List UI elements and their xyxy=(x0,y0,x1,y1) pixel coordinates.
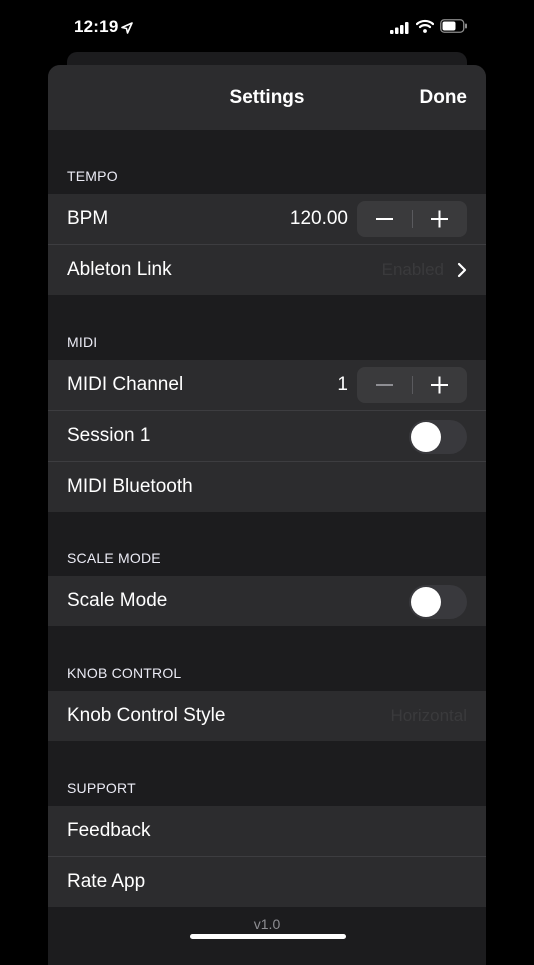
knob-control-style-row[interactable]: Knob Control Style Horizontal xyxy=(48,691,486,741)
session-1-label: Session 1 xyxy=(67,425,151,446)
minus-icon xyxy=(376,218,393,220)
section-header-scale-mode: SCALE MODE xyxy=(48,512,486,576)
tempo-group: BPM 120.00 Ableton Link Enabled xyxy=(48,194,486,295)
bpm-increment-button[interactable] xyxy=(412,201,467,237)
support-group: Feedback Rate App xyxy=(48,806,486,907)
minus-icon xyxy=(376,384,393,386)
toggle-knob xyxy=(411,422,441,452)
section-header-label: KNOB CONTROL xyxy=(67,665,182,681)
scale-mode-label: Scale Mode xyxy=(67,590,168,611)
scale-mode-row: Scale Mode xyxy=(48,576,486,626)
section-header-support: SUPPORT xyxy=(48,741,486,806)
status-bar: 12:19 xyxy=(0,0,534,56)
scale-mode-toggle[interactable] xyxy=(409,585,467,619)
ableton-link-row[interactable]: Ableton Link Enabled xyxy=(48,244,486,295)
midi-bluetooth-label: MIDI Bluetooth xyxy=(67,476,193,497)
bpm-row: BPM 120.00 xyxy=(48,194,486,244)
feedback-label: Feedback xyxy=(67,820,151,841)
section-header-tempo: TEMPO xyxy=(48,130,486,194)
midi-channel-increment-button[interactable] xyxy=(412,367,467,403)
knob-control-style-label: Knob Control Style xyxy=(67,705,226,726)
ableton-link-label: Ableton Link xyxy=(67,259,172,280)
version-label: v1.0 xyxy=(253,916,281,932)
section-header-midi: MIDI xyxy=(48,295,486,360)
rate-app-row[interactable]: Rate App xyxy=(48,856,486,907)
midi-channel-stepper[interactable] xyxy=(357,367,467,403)
battery-icon xyxy=(440,19,467,33)
navigation-bar: Settings Done xyxy=(48,65,486,130)
midi-group: MIDI Channel 1 Session 1 MIDI Bluetooth xyxy=(48,360,486,512)
settings-sheet: Settings Done TEMPO BPM 120.00 Ableton L… xyxy=(48,65,486,965)
midi-channel-value: 1 xyxy=(337,374,348,395)
feedback-row[interactable]: Feedback xyxy=(48,806,486,856)
midi-bluetooth-row[interactable]: MIDI Bluetooth xyxy=(48,461,486,512)
section-header-label: SUPPORT xyxy=(67,780,136,796)
status-time: 12:19 xyxy=(74,17,119,36)
session-1-toggle[interactable] xyxy=(409,420,467,454)
home-indicator[interactable] xyxy=(190,934,346,939)
section-header-label: TEMPO xyxy=(67,168,118,184)
bpm-label: BPM xyxy=(67,208,109,229)
cellular-signal-icon xyxy=(390,22,409,34)
done-button[interactable]: Done xyxy=(420,87,468,109)
midi-channel-decrement-button[interactable] xyxy=(357,367,412,403)
bpm-value: 120.00 xyxy=(289,208,348,229)
chevron-right-icon xyxy=(457,262,467,278)
midi-channel-row: MIDI Channel 1 xyxy=(48,360,486,410)
bpm-stepper[interactable] xyxy=(357,201,467,237)
ableton-link-value: Enabled xyxy=(381,260,444,279)
scale-mode-group: Scale Mode xyxy=(48,576,486,626)
section-header-label: MIDI xyxy=(67,334,98,350)
plus-icon xyxy=(431,210,448,228)
plus-icon xyxy=(431,376,448,394)
bpm-decrement-button[interactable] xyxy=(357,201,412,237)
toggle-knob xyxy=(411,587,441,617)
rate-app-label: Rate App xyxy=(67,871,146,892)
wifi-icon xyxy=(416,19,434,33)
section-header-knob-control: KNOB CONTROL xyxy=(48,626,486,691)
midi-channel-label: MIDI Channel xyxy=(67,374,184,395)
knob-control-style-value: Horizontal xyxy=(390,706,467,725)
location-arrow-icon xyxy=(121,22,133,34)
session-1-row: Session 1 xyxy=(48,410,486,461)
section-header-label: SCALE MODE xyxy=(67,550,161,566)
knob-control-group: Knob Control Style Horizontal xyxy=(48,691,486,741)
